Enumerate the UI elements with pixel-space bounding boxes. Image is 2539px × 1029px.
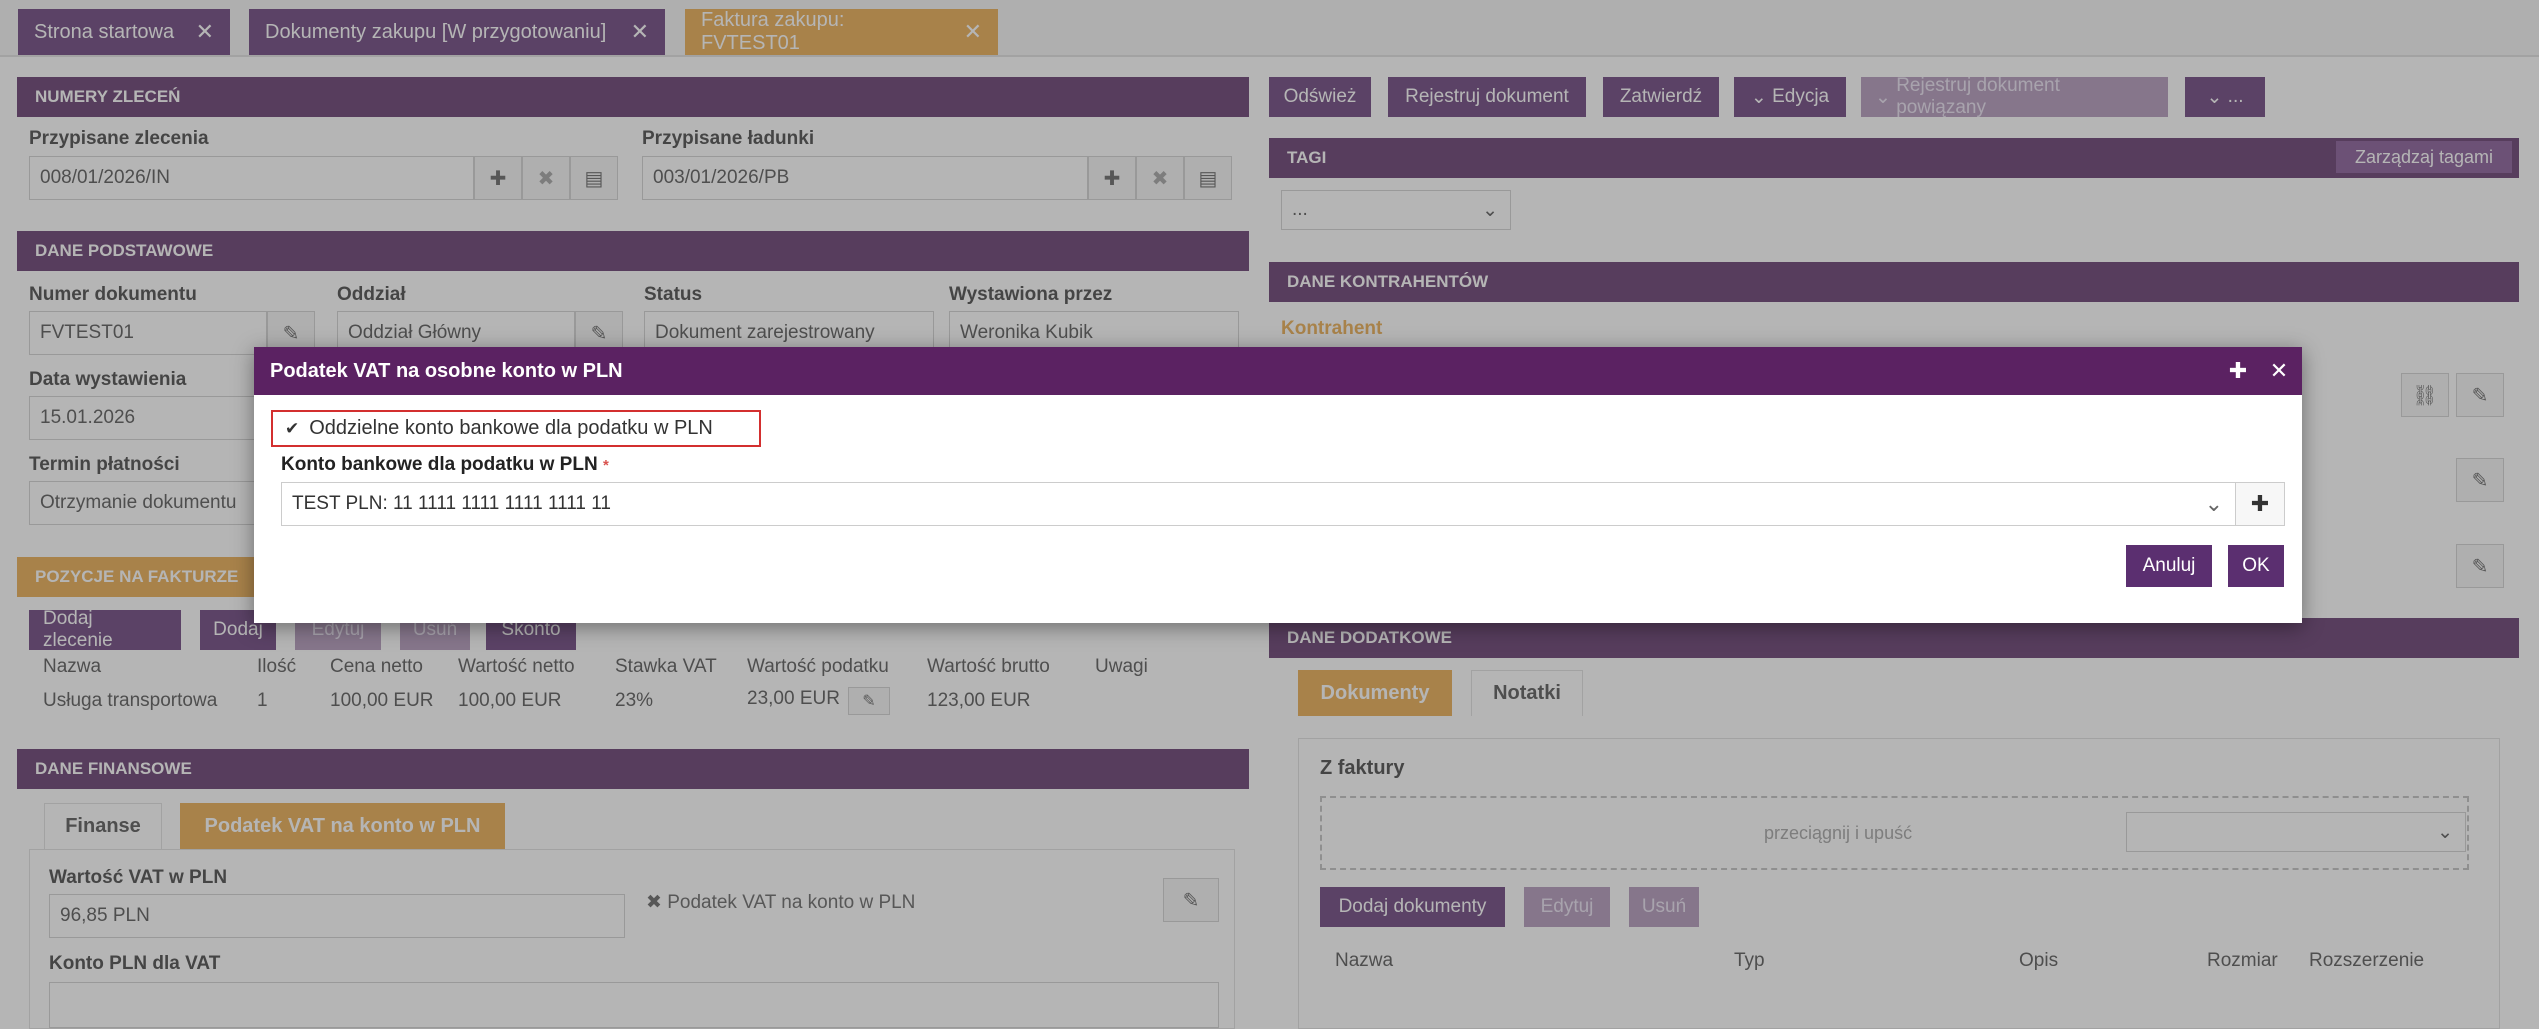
close-icon[interactable]: ✕ <box>2264 347 2294 395</box>
account-select-value: TEST PLN: 11 1111 1111 1111 1111 11 <box>292 493 612 514</box>
account-label: Konto bankowe dla podatku w PLN * <box>281 454 609 476</box>
account-label-text: Konto bankowe dla podatku w PLN <box>281 454 598 475</box>
maximize-icon[interactable]: ✚ <box>2223 347 2253 395</box>
ok-button[interactable]: OK <box>2228 545 2284 587</box>
cancel-button[interactable]: Anuluj <box>2126 545 2212 587</box>
vat-account-dialog: Podatek VAT na osobne konto w PLN ✚ ✕ ✔ … <box>254 347 2302 623</box>
dialog-header: Podatek VAT na osobne konto w PLN <box>254 347 2302 395</box>
check-icon: ✔ <box>285 418 300 438</box>
add-account-plus-icon[interactable]: ✚ <box>2235 482 2285 526</box>
separate-account-checkbox[interactable]: ✔ Oddzielne konto bankowe dla podatku w … <box>271 410 761 447</box>
account-select[interactable]: TEST PLN: 11 1111 1111 1111 1111 11 ⌄ <box>281 482 2236 526</box>
dialog-title: Podatek VAT na osobne konto w PLN <box>270 359 623 382</box>
checkbox-label: Oddzielne konto bankowe dla podatku w PL… <box>309 417 713 439</box>
chevron-down-icon: ⌄ <box>2204 491 2223 516</box>
required-mark: * <box>602 457 609 474</box>
